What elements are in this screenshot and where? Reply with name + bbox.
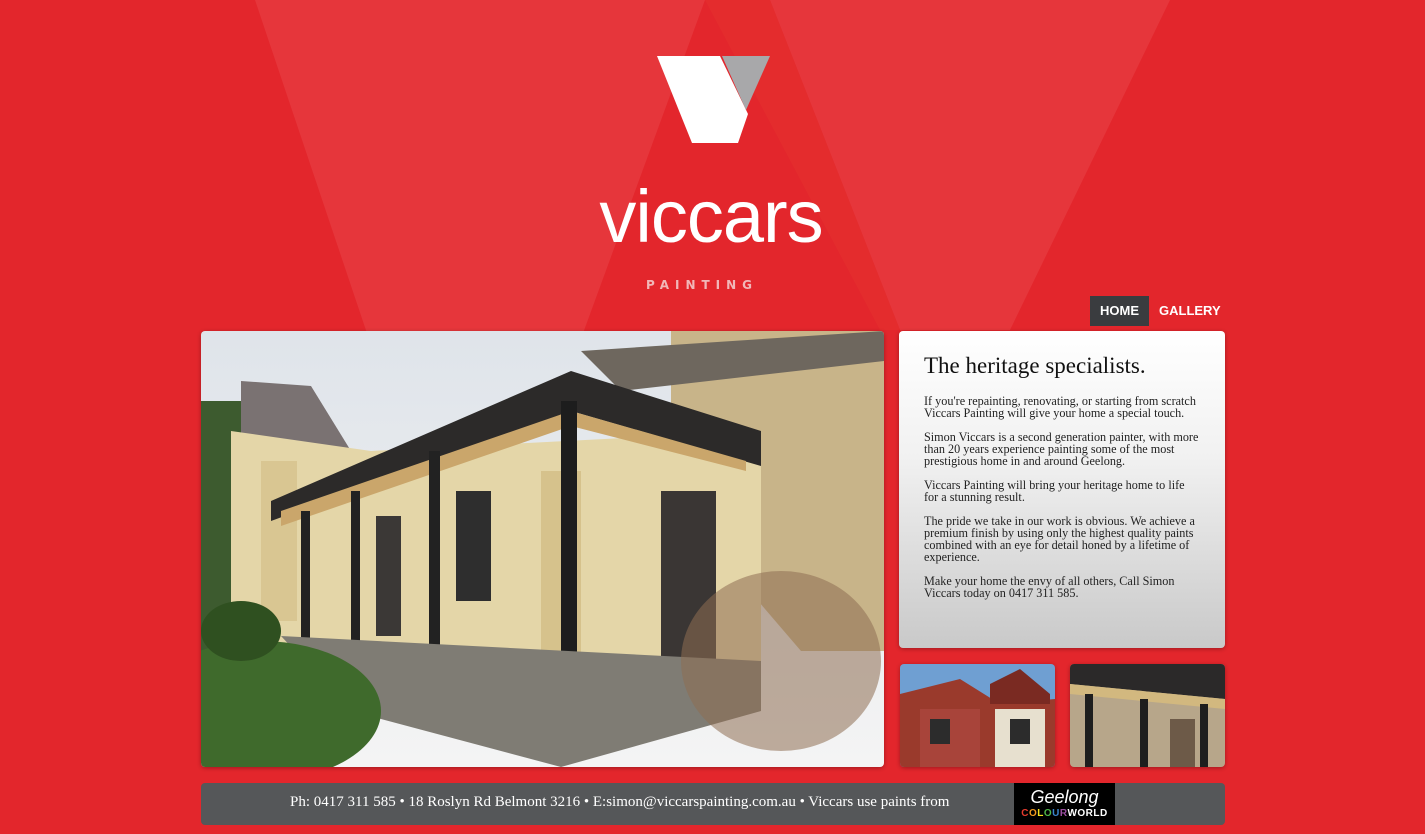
intro-panel: The heritage specialists. If you're repa… bbox=[899, 331, 1225, 648]
intro-paragraph-2: Simon Viccars is a second generation pai… bbox=[924, 430, 1199, 468]
main-nav: HOME GALLERY bbox=[1090, 296, 1231, 326]
intro-paragraph-5: Make your home the envy of all others, C… bbox=[924, 574, 1175, 600]
footer-bar: Ph: 0417 311 585 • 18 Roslyn Rd Belmont … bbox=[201, 783, 1225, 825]
nav-gallery[interactable]: GALLERY bbox=[1149, 296, 1231, 326]
brand-tagline: PAINTING bbox=[646, 278, 759, 292]
intro-paragraph-3: Viccars Painting will bring your heritag… bbox=[924, 478, 1185, 504]
brand-logo[interactable]: viccars PAINTING bbox=[560, 50, 870, 292]
partner-logo-line1: Geelong bbox=[1030, 787, 1099, 807]
gallery-thumbnail-1[interactable] bbox=[900, 664, 1055, 767]
logo-mark-icon bbox=[657, 56, 770, 143]
intro-paragraph-1: If you're repainting, renovating, or sta… bbox=[924, 394, 1196, 420]
partner-logo-line2: COLOURWORLD bbox=[1021, 808, 1108, 819]
hero-house-photo bbox=[201, 331, 884, 767]
footer-contact-text: Ph: 0417 311 585 • 18 Roslyn Rd Belmont … bbox=[290, 794, 950, 810]
intro-paragraph-4: The pride we take in our work is obvious… bbox=[924, 514, 1195, 564]
gallery-thumbnail-2[interactable] bbox=[1070, 664, 1225, 767]
nav-home[interactable]: HOME bbox=[1090, 296, 1149, 326]
brand-name: viccars bbox=[599, 175, 823, 258]
geelong-colourworld-logo[interactable]: Geelong COLOURWORLD bbox=[1014, 783, 1115, 825]
panel-heading: The heritage specialists. bbox=[924, 353, 1146, 378]
